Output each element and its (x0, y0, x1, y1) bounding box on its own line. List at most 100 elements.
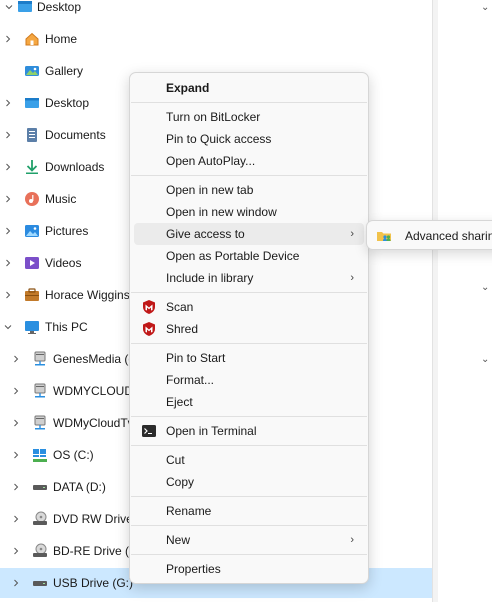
chevron-right-icon[interactable] (11, 482, 21, 492)
windows-drive-icon (32, 447, 48, 463)
pictures-icon (24, 223, 40, 239)
context-menu: Expand Turn on BitLocker Pin to Quick ac… (129, 72, 369, 584)
network-drive-icon (32, 415, 48, 431)
menu-item-give-access-to[interactable]: Give access to › (134, 223, 364, 245)
nav-item-label: Gallery (45, 64, 84, 78)
nav-item-label: Downloads (45, 160, 105, 174)
chevron-right-icon[interactable] (3, 194, 13, 204)
chevron-right-icon[interactable] (3, 162, 13, 172)
chevron-right-icon[interactable] (3, 290, 13, 300)
menu-item-label: Open as Portable Device (166, 249, 300, 263)
mcafee-icon (141, 299, 157, 315)
nav-item-label: DVD RW Drive (53, 512, 133, 526)
menu-item-rename[interactable]: Rename (134, 500, 364, 522)
menu-separator (131, 445, 367, 446)
chevron-down-icon[interactable] (4, 2, 14, 12)
menu-item-include-in-library[interactable]: Include in library › (134, 267, 364, 289)
sharing-folder-icon (376, 228, 392, 244)
menu-item-label: Copy (166, 475, 195, 489)
chevron-right-icon[interactable] (3, 226, 13, 236)
this-pc-icon (24, 319, 40, 335)
menu-item-label: Eject (166, 395, 193, 409)
network-drive-icon (32, 351, 48, 367)
nav-item-label: Music (45, 192, 77, 206)
menu-item-open-in-terminal[interactable]: Open in Terminal (134, 420, 364, 442)
chevron-down-icon[interactable]: ⌄ (481, 2, 489, 13)
music-icon (24, 191, 40, 207)
chevron-right-icon[interactable] (3, 258, 13, 268)
chevron-right-icon[interactable] (11, 418, 21, 428)
menu-item-scan[interactable]: Scan (134, 296, 364, 318)
network-drive-icon (32, 383, 48, 399)
nav-item-label: Pictures (45, 224, 89, 238)
chevron-right-icon[interactable] (11, 450, 21, 460)
menu-item-label: Properties (166, 562, 221, 576)
documents-icon (24, 127, 40, 143)
nav-item-label: WDMYCLOUD (53, 384, 133, 398)
menu-item-new[interactable]: New › (134, 529, 364, 551)
chevron-down-icon[interactable]: ⌄ (481, 354, 489, 365)
menu-item-label: Give access to (166, 227, 245, 241)
pane-splitter[interactable] (432, 0, 438, 602)
nav-item-label: WDMyCloudTv (53, 416, 134, 430)
menu-item-eject[interactable]: Eject (134, 391, 364, 413)
menu-item-cut[interactable]: Cut (134, 449, 364, 471)
chevron-right-icon[interactable] (3, 34, 13, 44)
menu-separator (131, 292, 367, 293)
chevron-down-icon[interactable] (3, 322, 13, 332)
menu-item-format[interactable]: Format... (134, 369, 364, 391)
menu-item-label: Pin to Start (166, 351, 226, 365)
menu-item-pin-quick-access[interactable]: Pin to Quick access (134, 128, 364, 150)
nav-item-home[interactable]: Home (0, 24, 432, 54)
chevron-right-icon[interactable] (11, 546, 21, 556)
chevron-right-icon: › (350, 272, 354, 284)
chevron-right-icon: › (350, 228, 354, 240)
menu-item-label: Open in Terminal (166, 424, 257, 438)
menu-item-label: Format... (166, 373, 215, 387)
nav-item-label: Videos (45, 256, 82, 270)
menu-item-open-new-tab[interactable]: Open in new tab (134, 179, 364, 201)
videos-icon (24, 255, 40, 271)
menu-separator (131, 416, 367, 417)
menu-separator (131, 496, 367, 497)
menu-item-pin-to-start[interactable]: Pin to Start (134, 347, 364, 369)
menu-item-advanced-sharing[interactable]: Advanced sharing (371, 224, 492, 248)
nav-item-label: This PC (45, 320, 88, 334)
menu-item-expand[interactable]: Expand (134, 77, 364, 99)
nav-item-label: GenesMedia (d (53, 352, 136, 366)
menu-item-label: Pin to Quick access (166, 132, 272, 146)
chevron-right-icon[interactable] (3, 98, 13, 108)
usb-drive-icon (32, 575, 48, 591)
optical-drive-icon (32, 511, 48, 527)
home-icon (24, 31, 40, 47)
menu-item-label: Open in new tab (166, 183, 254, 197)
menu-item-label: Cut (166, 453, 185, 467)
downloads-icon (24, 159, 40, 175)
menu-separator (131, 554, 367, 555)
menu-item-open-autoplay[interactable]: Open AutoPlay... (134, 150, 364, 172)
chevron-right-icon[interactable] (11, 386, 21, 396)
optical-drive-icon (32, 543, 48, 559)
menu-item-label: Open in new window (166, 205, 277, 219)
menu-separator (131, 175, 367, 176)
chevron-right-icon[interactable] (3, 130, 13, 140)
menu-item-label: Open AutoPlay... (166, 154, 256, 168)
nav-item-label: Desktop (45, 96, 90, 110)
chevron-right-icon[interactable] (11, 578, 21, 588)
chevron-down-icon[interactable]: ⌄ (481, 282, 489, 293)
nav-item-label: USB Drive (G:) (53, 576, 134, 590)
menu-item-turn-on-bitlocker[interactable]: Turn on BitLocker (134, 106, 364, 128)
menu-item-properties[interactable]: Properties (134, 558, 364, 580)
nav-item-desktop-root[interactable]: Desktop (0, 0, 432, 22)
menu-item-shred[interactable]: Shred (134, 318, 364, 340)
menu-item-label: Turn on BitLocker (166, 110, 261, 124)
menu-item-open-portable-device[interactable]: Open as Portable Device (134, 245, 364, 267)
chevron-right-icon[interactable] (11, 354, 21, 364)
chevron-right-icon[interactable] (11, 514, 21, 524)
menu-separator (131, 525, 367, 526)
terminal-icon (141, 423, 157, 439)
menu-item-open-new-window[interactable]: Open in new window (134, 201, 364, 223)
menu-item-label: Rename (166, 504, 212, 518)
nav-item-label: Desktop (37, 0, 82, 14)
menu-item-copy[interactable]: Copy (134, 471, 364, 493)
